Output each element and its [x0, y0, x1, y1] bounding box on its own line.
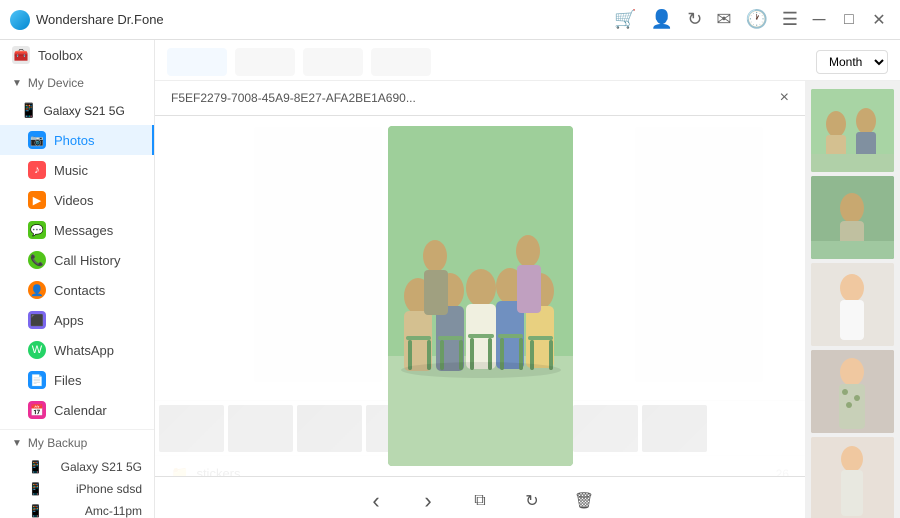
- title-bar-icons: 🛒 👤 ↻ ✉ 🕐 ☰: [614, 9, 798, 30]
- sidebar-item-photos[interactable]: 📷 Photos: [0, 125, 154, 155]
- call-history-icon: 📞: [28, 251, 46, 269]
- rotate-button[interactable]: ↻: [516, 485, 548, 517]
- modal-title: F5EF2279-7008-45A9-8E27-AFA2BE1A690...: [171, 91, 416, 105]
- refresh-icon[interactable]: ↻: [687, 9, 702, 30]
- sidebar-device[interactable]: 📱 Galaxy S21 5G: [0, 96, 154, 125]
- photos-label: Photos: [54, 133, 94, 148]
- sidebar-item-apps[interactable]: ⬛ Apps: [0, 305, 154, 335]
- videos-label: Videos: [54, 193, 94, 208]
- calendar-icon: 📅: [28, 401, 46, 419]
- right-thumb-4[interactable]: [811, 350, 894, 433]
- title-bar: Wondershare Dr.Fone 🛒 👤 ↻ ✉ 🕐 ☰ ─ □ ✕: [0, 0, 900, 40]
- right-thumb-1-svg: [811, 89, 894, 172]
- app-logo: Wondershare Dr.Fone: [10, 10, 164, 30]
- sidebar-item-messages[interactable]: 💬 Messages: [0, 215, 154, 245]
- backup-item-galaxy[interactable]: 📱 Galaxy S21 5G: [0, 456, 154, 478]
- photo-svg: [388, 126, 573, 466]
- cart-icon[interactable]: 🛒: [614, 9, 636, 30]
- modal-body: [155, 116, 805, 476]
- backup-iphone-sdsd-icon: 📱: [28, 482, 43, 496]
- photos-icon: 📷: [28, 131, 46, 149]
- apps-icon: ⬛: [28, 311, 46, 329]
- contacts-label: Contacts: [54, 283, 105, 298]
- backup-galaxy-label: Galaxy S21 5G: [61, 460, 142, 474]
- photo-content: 📁 stickers 26 📁 wendang 3 F5EF2279-7008-…: [155, 81, 900, 518]
- whatsapp-icon: W: [28, 341, 46, 359]
- backup-iphone-sdsd-label: iPhone sdsd: [76, 482, 142, 496]
- messages-icon: 💬: [28, 221, 46, 239]
- photo-modal: F5EF2279-7008-45A9-8E27-AFA2BE1A690... ×: [155, 81, 805, 518]
- apps-label: Apps: [54, 313, 84, 328]
- contacts-icon: 👤: [28, 281, 46, 299]
- sidebar-my-backup[interactable]: ▼ My Backup: [0, 430, 154, 456]
- right-thumb-3-svg: [811, 263, 894, 346]
- content-area: Month Day Week Year: [155, 40, 900, 518]
- my-backup-label: My Backup: [28, 436, 87, 450]
- right-thumb-1[interactable]: [811, 89, 894, 172]
- user-icon[interactable]: 👤: [651, 9, 673, 30]
- music-icon: ♪: [28, 161, 46, 179]
- my-device-label: My Device: [28, 76, 84, 90]
- right-thumb-3[interactable]: [811, 263, 894, 346]
- messages-label: Messages: [54, 223, 113, 238]
- files-label: Files: [54, 373, 81, 388]
- main-photo-area: 📁 stickers 26 📁 wendang 3 F5EF2279-7008-…: [155, 81, 805, 518]
- main-layout: 🧰 Toolbox ▼ My Device 📱 Galaxy S21 5G 📷 …: [0, 40, 900, 518]
- sidebar: 🧰 Toolbox ▼ My Device 📱 Galaxy S21 5G 📷 …: [0, 40, 155, 518]
- close-button[interactable]: ✕: [868, 9, 890, 31]
- sidebar-my-device[interactable]: ▼ My Device: [0, 70, 154, 96]
- chevron-down-icon: ▼: [12, 78, 22, 89]
- modal-image: [388, 126, 573, 466]
- window-controls: ─ □ ✕: [808, 9, 890, 31]
- sidebar-item-videos[interactable]: ▶ Videos: [0, 185, 154, 215]
- backup-amc-label: Amc-11pm: [85, 504, 142, 518]
- copy-button[interactable]: ⧉: [464, 485, 496, 517]
- sidebar-item-contacts[interactable]: 👤 Contacts: [0, 275, 154, 305]
- sidebar-item-music[interactable]: ♪ Music: [0, 155, 154, 185]
- backup-amc-icon: 📱: [28, 504, 43, 518]
- app-title: Wondershare Dr.Fone: [36, 12, 164, 27]
- photo-toolbar: Month Day Week Year: [155, 40, 900, 81]
- right-thumb-5[interactable]: [811, 437, 894, 518]
- right-thumb-4-svg: [811, 350, 894, 433]
- whatsapp-label: WhatsApp: [54, 343, 114, 358]
- month-selector[interactable]: Month Day Week Year: [816, 50, 888, 74]
- right-thumb-5-svg: [811, 437, 894, 518]
- prev-button[interactable]: ‹: [360, 485, 392, 517]
- toolbox-icon: 🧰: [12, 46, 30, 64]
- backup-device-icon: 📱: [28, 460, 43, 474]
- sidebar-item-toolbox[interactable]: 🧰 Toolbox: [0, 40, 154, 70]
- maximize-button[interactable]: □: [838, 9, 860, 31]
- sidebar-item-files[interactable]: 📄 Files: [0, 365, 154, 395]
- next-button[interactable]: ›: [412, 485, 444, 517]
- backup-item-iphone-sdsd[interactable]: 📱 iPhone sdsd: [0, 478, 154, 500]
- right-thumbnails: [805, 81, 900, 518]
- modal-header: F5EF2279-7008-45A9-8E27-AFA2BE1A690... ×: [155, 81, 805, 116]
- backup-item-amc[interactable]: 📱 Amc-11pm: [0, 500, 154, 518]
- minimize-button[interactable]: ─: [808, 9, 830, 31]
- logo-icon: [10, 10, 30, 30]
- menu-icon[interactable]: ☰: [782, 9, 798, 30]
- right-thumb-2-svg: [811, 176, 894, 259]
- modal-close-button[interactable]: ×: [780, 89, 789, 107]
- chevron-down-icon-backup: ▼: [12, 438, 22, 449]
- call-history-label: Call History: [54, 253, 120, 268]
- music-label: Music: [54, 163, 88, 178]
- sidebar-item-call-history[interactable]: 📞 Call History: [0, 245, 154, 275]
- modal-footer: ‹ › ⧉ ↻ 🗑: [155, 476, 805, 518]
- right-thumb-2[interactable]: [811, 176, 894, 259]
- sidebar-item-whatsapp[interactable]: W WhatsApp: [0, 335, 154, 365]
- toolbox-label: Toolbox: [38, 48, 83, 63]
- device-icon: 📱: [20, 102, 37, 119]
- mail-icon[interactable]: ✉: [716, 9, 731, 30]
- delete-button[interactable]: 🗑: [568, 485, 600, 517]
- files-icon: 📄: [28, 371, 46, 389]
- history-icon[interactable]: 🕐: [745, 9, 767, 30]
- calendar-label: Calendar: [54, 403, 107, 418]
- device-name: Galaxy S21 5G: [43, 104, 124, 118]
- videos-icon: ▶: [28, 191, 46, 209]
- sidebar-item-calendar[interactable]: 📅 Calendar: [0, 395, 154, 425]
